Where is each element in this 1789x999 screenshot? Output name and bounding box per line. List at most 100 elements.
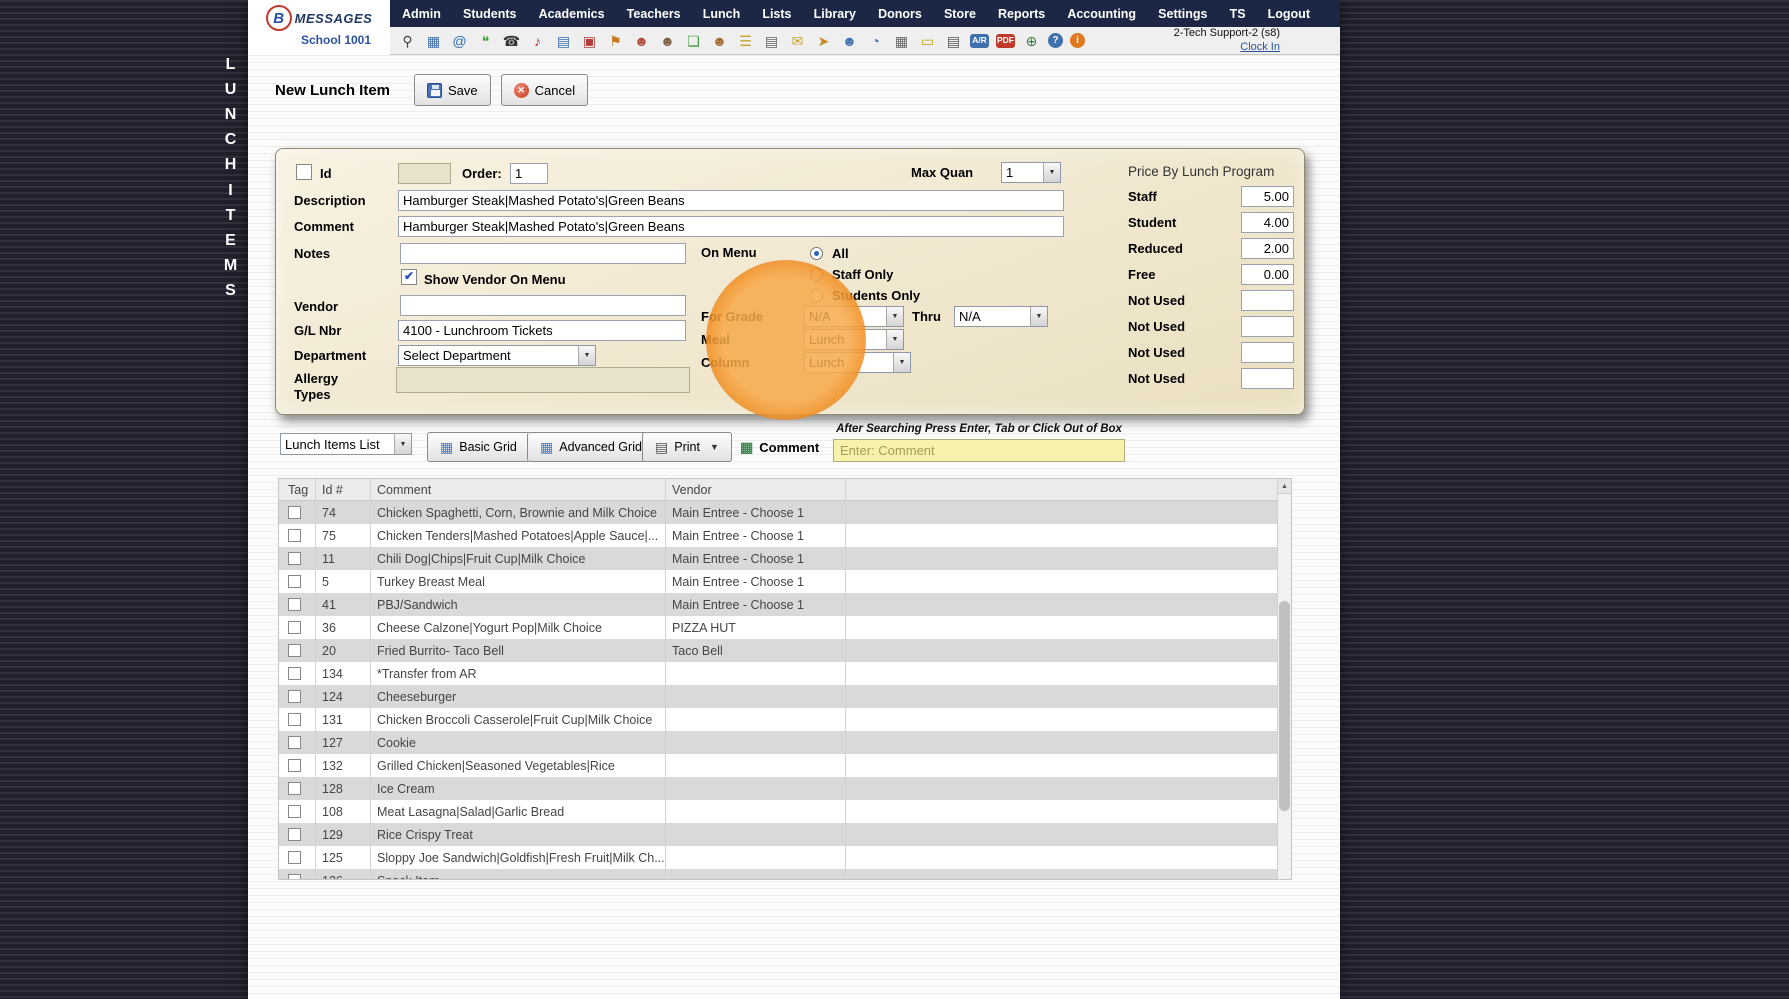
list-icon[interactable]: ☰ [736, 31, 755, 50]
table-row[interactable]: 41 PBJ/Sandwich Main Entree - Choose 1 [279, 593, 1291, 616]
nav-item[interactable]: Accounting [1067, 7, 1136, 21]
nav-item[interactable]: Admin [402, 7, 441, 21]
printer-icon[interactable]: ▤ [944, 31, 963, 50]
table-row[interactable]: 129 Rice Crispy Treat [279, 823, 1291, 846]
table-row[interactable]: 131 Chicken Broccoli Casserole|Fruit Cup… [279, 708, 1291, 731]
comment-input[interactable] [398, 216, 1064, 237]
nav-item[interactable]: Logout [1268, 7, 1310, 21]
id-checkbox[interactable] [296, 164, 312, 180]
on-menu-staff-radio[interactable] [810, 268, 823, 281]
row-tag-checkbox[interactable] [288, 759, 301, 772]
column-select[interactable]: Lunch ▼ [804, 352, 911, 373]
row-tag-checkbox[interactable] [288, 667, 301, 680]
nav-item[interactable]: Academics [539, 7, 605, 21]
table-row[interactable]: 132 Grilled Chicken|Seasoned Vegetables|… [279, 754, 1291, 777]
vendor-input[interactable] [400, 295, 686, 316]
nav-item[interactable]: Donors [878, 7, 922, 21]
table-row[interactable]: 124 Cheeseburger [279, 685, 1291, 708]
meal-select[interactable]: Lunch ▼ [804, 329, 904, 350]
nav-item[interactable]: TS [1230, 7, 1246, 21]
row-tag-checkbox[interactable] [288, 598, 301, 611]
nav-item[interactable]: Reports [998, 7, 1045, 21]
table-row[interactable]: 128 Ice Cream [279, 777, 1291, 800]
row-tag-checkbox[interactable] [288, 851, 301, 864]
price-input[interactable] [1241, 316, 1294, 337]
advanced-grid-button[interactable]: Advanced Grid [527, 432, 655, 462]
row-tag-checkbox[interactable] [288, 736, 301, 749]
table-row[interactable]: 74 Chicken Spaghetti, Corn, Brownie and … [279, 501, 1291, 524]
table-icon[interactable]: ▦ [892, 31, 911, 50]
price-input[interactable] [1241, 342, 1294, 363]
nav-item[interactable]: Settings [1158, 7, 1207, 21]
nav-item[interactable]: Lists [762, 7, 791, 21]
row-tag-checkbox[interactable] [288, 713, 301, 726]
row-tag-checkbox[interactable] [288, 874, 301, 880]
print-button[interactable]: Print ▼ [642, 432, 732, 462]
nav-item[interactable]: Library [814, 7, 856, 21]
nav-item[interactable]: Store [944, 7, 976, 21]
notepad-icon[interactable]: ▤ [762, 31, 781, 50]
comment-search-input[interactable] [833, 439, 1125, 462]
payment-card-icon[interactable]: ▭ [918, 31, 937, 50]
thru-select[interactable]: N/A ▼ [954, 306, 1048, 327]
price-input[interactable] [1241, 212, 1294, 233]
price-input[interactable] [1241, 368, 1294, 389]
report-icon[interactable]: ▤ [554, 31, 573, 50]
show-vendor-checkbox[interactable] [401, 269, 417, 285]
table-row[interactable]: 36 Cheese Calzone|Yogurt Pop|Milk Choice… [279, 616, 1291, 639]
pdf-icon[interactable]: PDF [996, 34, 1015, 48]
scrollbar-up-arrow-icon[interactable]: ▲ [1278, 479, 1291, 494]
person-icon[interactable]: ☻ [658, 31, 677, 50]
table-row[interactable]: 11 Chili Dog|Chips|Fruit Cup|Milk Choice… [279, 547, 1291, 570]
search-icon[interactable]: ⚲ [398, 31, 417, 50]
row-tag-checkbox[interactable] [288, 828, 301, 841]
gl-nbr-input[interactable] [398, 320, 686, 341]
order-input[interactable] [510, 163, 548, 184]
row-tag-checkbox[interactable] [288, 690, 301, 703]
table-row[interactable]: 108 Meat Lasagna|Salad|Garlic Bread [279, 800, 1291, 823]
chat-icon[interactable]: ❝ [476, 31, 495, 50]
price-input[interactable] [1241, 238, 1294, 259]
lunch-items-list-select[interactable]: Lunch Items List ▼ [280, 433, 412, 455]
row-tag-checkbox[interactable] [288, 506, 301, 519]
clock-in-link[interactable]: Clock In [1240, 41, 1280, 53]
scrollbar-thumb[interactable] [1279, 601, 1290, 811]
row-tag-checkbox[interactable] [288, 621, 301, 634]
speaker-icon[interactable]: ♪ [528, 31, 547, 50]
for-grade-select[interactable]: N/A ▼ [804, 306, 904, 327]
row-tag-checkbox[interactable] [288, 575, 301, 588]
table-row[interactable]: 127 Cookie [279, 731, 1291, 754]
price-input[interactable] [1241, 186, 1294, 207]
calendar-icon[interactable]: ▣ [580, 31, 599, 50]
save-button[interactable]: Save [414, 74, 491, 106]
send-mail-icon[interactable]: ➤ [814, 31, 833, 50]
nav-item[interactable]: Teachers [627, 7, 681, 21]
mobile-phone-icon[interactable]: ☎ [502, 31, 521, 50]
cancel-button[interactable]: Cancel [501, 74, 588, 106]
nav-item[interactable]: Lunch [703, 7, 741, 21]
basic-grid-button[interactable]: Basic Grid [427, 432, 530, 462]
at-email-icon[interactable]: @ [450, 31, 469, 50]
comment-button[interactable]: Comment [740, 433, 819, 461]
on-menu-all-radio[interactable] [810, 247, 823, 260]
info-icon[interactable]: i [1070, 33, 1085, 48]
row-tag-checkbox[interactable] [288, 782, 301, 795]
price-input[interactable] [1241, 290, 1294, 311]
table-row[interactable]: 126 Snack Item [279, 869, 1291, 880]
ar-icon[interactable]: A/R [970, 34, 989, 48]
row-tag-checkbox[interactable] [288, 805, 301, 818]
row-tag-checkbox[interactable] [288, 552, 301, 565]
table-row[interactable]: 5 Turkey Breast Meal Main Entree - Choos… [279, 570, 1291, 593]
on-menu-students-radio[interactable] [810, 289, 823, 302]
department-select[interactable]: Select Department ▼ [398, 345, 596, 366]
mail-icon[interactable]: ✉ [788, 31, 807, 50]
globe-icon[interactable]: ⊕ [1022, 31, 1041, 50]
table-row[interactable]: 125 Sloppy Joe Sandwich|Goldfish|Fresh F… [279, 846, 1291, 869]
help-icon[interactable]: ? [1048, 33, 1063, 48]
clock-icon[interactable]: ◔ [866, 31, 885, 50]
description-input[interactable] [398, 190, 1064, 211]
megaphone-icon[interactable]: ⚑ [606, 31, 625, 50]
max-quan-select[interactable]: 1 ▼ [1001, 162, 1061, 183]
grid-scrollbar[interactable]: ▲ [1277, 479, 1291, 879]
person-red-icon[interactable]: ☻ [632, 31, 651, 50]
